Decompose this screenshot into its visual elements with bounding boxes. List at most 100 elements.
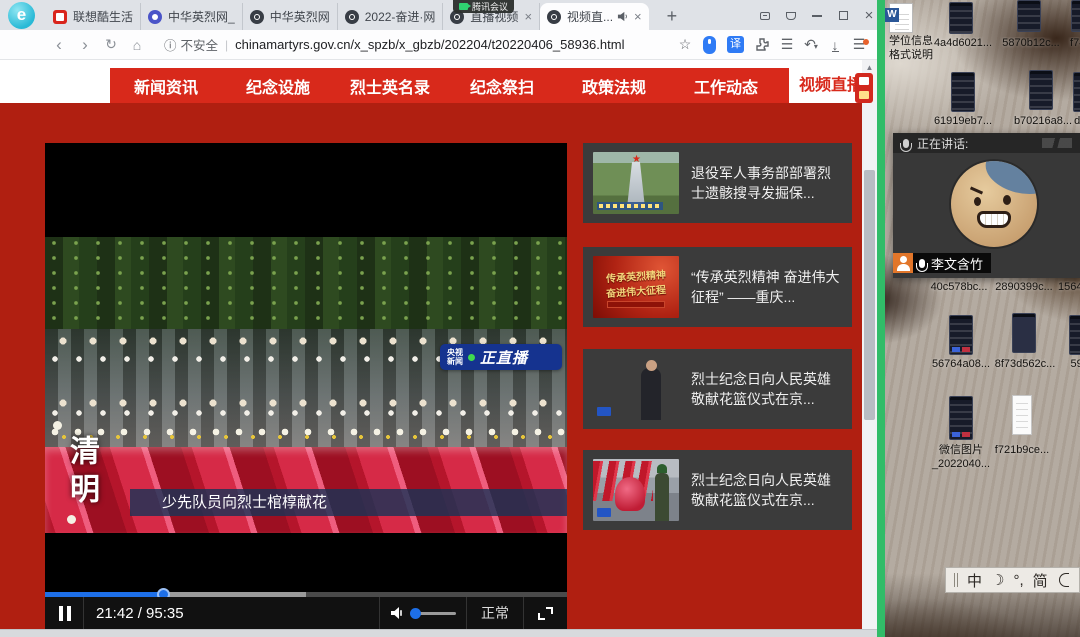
image-file-icon[interactable] <box>1029 70 1053 110</box>
participant-icon <box>893 253 913 273</box>
ime-simplified-toggle[interactable]: 简 <box>1033 570 1048 591</box>
extensions-puzzle-icon[interactable] <box>754 37 770 53</box>
volume-slider[interactable] <box>412 612 456 615</box>
desktop-icon-label[interactable]: f721b9ce... <box>986 444 1058 457</box>
desktop-icon-label[interactable]: 61919eb7... <box>927 115 999 128</box>
lenovo-tab-icon <box>53 10 67 24</box>
reading-list-icon[interactable]: ☰ <box>775 36 799 53</box>
image-file-icon[interactable] <box>1017 0 1041 32</box>
meeting-window[interactable]: 正在讲话: 李文含竹 <box>893 133 1080 278</box>
video-card[interactable]: 烈士纪念日向人民英雄敬献花篮仪式在京... <box>583 349 852 429</box>
image-file-icon[interactable] <box>1012 313 1036 353</box>
menu-icon[interactable]: ☰ <box>847 36 871 53</box>
video-caption: 少先队员向烈士棺椁献花 <box>130 489 567 516</box>
image-file-icon[interactable] <box>1073 72 1080 112</box>
browser-logo[interactable]: e <box>8 2 35 29</box>
forward-button[interactable]: › <box>72 35 98 55</box>
video-card[interactable]: ★ 退役军人事务部部署烈士遗骸搜寻发掘保... <box>583 143 852 223</box>
tab-lenovo-life[interactable]: 联想酷生活 <box>46 3 141 30</box>
red-star-icon: ★ <box>632 154 641 165</box>
desktop-icon-label[interactable]: 40c578bc... <box>923 281 995 294</box>
desktop-icon-label[interactable]: f74c... <box>1049 37 1080 50</box>
download-icon[interactable]: ↓ <box>823 37 847 53</box>
video-card-title: 烈士纪念日向人民英雄敬献花篮仪式在京... <box>691 369 842 410</box>
document-file-icon[interactable] <box>1012 395 1032 435</box>
image-file-icon[interactable] <box>1069 315 1080 355</box>
screenshare-border <box>877 0 885 637</box>
horizontal-scrollbar[interactable] <box>0 629 877 637</box>
workspace-icon[interactable] <box>752 8 778 23</box>
desktop-icon-label[interactable]: db92... <box>1055 115 1080 128</box>
pause-button[interactable] <box>59 606 71 621</box>
vertical-scrollbar[interactable]: ▲ <box>862 60 877 629</box>
video-player[interactable]: 央视新闻 正直播 清明 少先队员向烈士棺椁献花 21:42 / 95:35 <box>45 143 567 629</box>
nav-item-memorial-sweep[interactable]: 纪念祭扫 <box>446 74 558 98</box>
nav-item-news[interactable]: 新闻资讯 <box>110 74 222 98</box>
url-text[interactable]: chinamartyrs.gov.cn/x_spzb/x_gbzb/202204… <box>235 37 673 52</box>
image-file-icon[interactable] <box>949 396 973 440</box>
cctv-logo-icon <box>597 407 611 416</box>
ime-language-toggle[interactable]: 中 <box>967 570 982 591</box>
tab-audio-speaker-icon[interactable] <box>617 11 628 22</box>
home-button[interactable]: ⌂ <box>124 37 150 53</box>
tab-video-live-active[interactable]: 视频直... × <box>540 3 649 30</box>
page-float-widget[interactable] <box>855 73 873 103</box>
video-card[interactable]: 烈士纪念日向人民英雄敬献花篮仪式在京... <box>583 450 852 530</box>
nav-item-martyr-roll[interactable]: 烈士英名录 <box>334 74 446 98</box>
translate-icon[interactable]: 译 <box>727 36 744 53</box>
history-undo-icon[interactable]: ↶▾ <box>799 36 823 53</box>
tab-martyrs-net-2[interactable]: 中华英烈网 <box>243 3 338 30</box>
time-display: 21:42 / 95:35 <box>96 605 184 622</box>
image-file-icon[interactable] <box>951 72 975 112</box>
mouse-gesture-icon[interactable] <box>703 36 716 54</box>
browser-tab-bar: e 联想酷生活 中华英烈网_ 中华英烈网 2022-奋进·网 直播视频 × 视频… <box>0 0 877 30</box>
maximize-button[interactable] <box>830 8 856 23</box>
url-divider: | <box>225 38 228 52</box>
back-button[interactable]: ‹ <box>46 35 72 55</box>
ime-punctuation-toggle[interactable]: °, <box>1013 572 1023 589</box>
desktop-icon-label[interactable]: 59dc... <box>1051 358 1080 371</box>
cctv-live-badge: 央视新闻 正直播 <box>440 344 562 370</box>
live-dot-icon <box>468 354 475 361</box>
tab-close-icon[interactable]: × <box>634 9 642 24</box>
badge-tab-icon <box>148 10 162 24</box>
fullscreen-button[interactable] <box>538 607 553 620</box>
video-frame: 央视新闻 正直播 清明 少先队员向烈士棺椁献花 <box>45 237 567 533</box>
desktop-icon-label[interactable]: _2022040... <box>925 458 997 471</box>
nav-item-memorial-facilities[interactable]: 纪念设施 <box>222 74 334 98</box>
video-scene-trees <box>45 237 567 329</box>
bookmark-star-icon[interactable]: ☆ <box>673 36 697 53</box>
desktop-icon-label[interactable]: 4a4d6021... <box>927 37 999 50</box>
desktop-icon-label[interactable]: 56764a08... <box>925 358 997 371</box>
tab-martyrs-net-1[interactable]: 中华英烈网_ <box>141 3 243 30</box>
meeting-watermark <box>1042 138 1072 148</box>
image-file-icon[interactable] <box>949 315 973 355</box>
video-card[interactable]: 传承英烈精神 奋进伟大征程 “传承英烈精神 奋进伟大征程” ——重庆... <box>583 247 852 327</box>
tab-2022-forward[interactable]: 2022-奋进·网 <box>338 3 444 30</box>
image-file-icon[interactable] <box>1071 0 1080 32</box>
reload-button[interactable]: ↻ <box>98 36 124 53</box>
new-tab-button[interactable]: + <box>661 3 684 30</box>
nav-item-policy[interactable]: 政策法规 <box>558 74 670 98</box>
video-thumbnail-flower-tribute <box>593 358 679 420</box>
nav-item-work-trends[interactable]: 工作动态 <box>670 74 782 98</box>
theme-icon[interactable] <box>778 8 804 23</box>
scrollbar-thumb[interactable] <box>864 170 875 420</box>
desktop-icon-label[interactable]: 1564... <box>1049 281 1080 294</box>
video-thumbnail-banner: 传承英烈精神 奋进伟大征程 <box>593 256 679 318</box>
tab-close-icon[interactable]: × <box>524 9 532 24</box>
ime-toolbar[interactable]: 中 ☽ °, 简 <box>945 567 1080 593</box>
volume-icon[interactable] <box>390 606 406 620</box>
desktop-icon-label[interactable]: 格式说明 <box>885 49 947 62</box>
scroll-up-arrow-icon[interactable]: ▲ <box>862 60 877 72</box>
playback-speed-button[interactable]: 正常 <box>481 603 509 623</box>
site-info-icon[interactable]: ⓘ <box>164 35 177 54</box>
ime-more-icon[interactable] <box>1059 573 1069 587</box>
minimize-button[interactable] <box>804 8 830 23</box>
speaker-name-bar: 李文含竹 <box>893 253 991 273</box>
meeting-share-tooltip[interactable]: 腾讯会议 <box>453 0 514 13</box>
ime-fullwidth-moon-icon[interactable]: ☽ <box>991 571 1004 589</box>
word-document-icon[interactable] <box>889 3 913 33</box>
image-file-icon[interactable] <box>949 2 973 34</box>
ime-drag-handle[interactable] <box>954 573 958 587</box>
